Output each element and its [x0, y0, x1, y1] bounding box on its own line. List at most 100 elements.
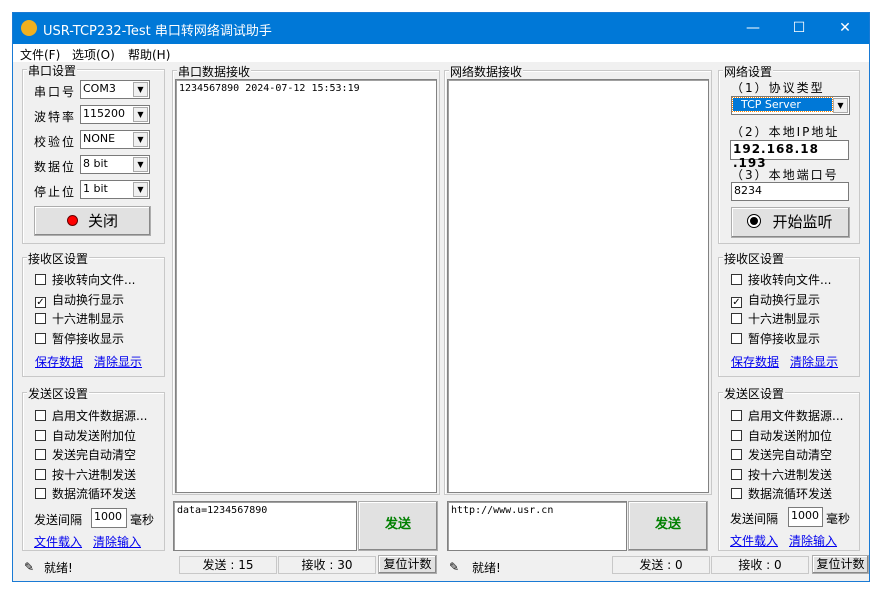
- start-listen-button[interactable]: 开始监听: [731, 207, 850, 238]
- checkbox-icon: [731, 449, 742, 460]
- net-recv-textarea[interactable]: [447, 79, 709, 493]
- load-file-link[interactable]: 文件载入: [34, 533, 82, 550]
- close-port-button[interactable]: 关闭: [34, 206, 151, 236]
- protocol-value: TCP Server: [732, 97, 833, 112]
- checkbox-option[interactable]: 发送完自动清空: [35, 446, 136, 463]
- checkbox-label: 按十六进制发送: [52, 467, 137, 482]
- local-port-label: （3）本地端口号: [731, 168, 839, 182]
- reset-count-right-button[interactable]: 复位计数: [812, 555, 869, 574]
- net-send-button[interactable]: 发送: [628, 501, 708, 551]
- databits-label: 数据位: [34, 160, 77, 174]
- group-label: 串口数据接收: [177, 63, 252, 80]
- checkbox-option[interactable]: 十六进制显示: [731, 310, 820, 327]
- load-file-link[interactable]: 文件载入: [730, 532, 778, 549]
- local-port-input[interactable]: 8234: [731, 182, 849, 201]
- checkbox-option[interactable]: 启用文件数据源...: [35, 407, 147, 424]
- ready-icon: ✎: [24, 560, 35, 574]
- sent-count-right: 发送 : 0: [612, 556, 710, 574]
- checkbox-icon: [35, 429, 46, 441]
- save-data-link[interactable]: 保存数据: [35, 353, 83, 370]
- checkbox-option[interactable]: 暂停接收显示: [731, 330, 820, 347]
- clear-input-link[interactable]: 清除输入: [789, 532, 837, 549]
- checkbox-icon: [35, 332, 46, 344]
- stopbits-value: 1 bit: [83, 182, 108, 195]
- serial-send-input[interactable]: data=1234567890: [173, 501, 357, 551]
- interval-unit: 毫秒: [826, 512, 851, 526]
- radio-icon: [747, 214, 762, 228]
- reset-count-left-button[interactable]: 复位计数: [378, 555, 437, 574]
- checkbox-label: 十六进制显示: [748, 312, 821, 326]
- stopbits-label: 停止位: [34, 185, 77, 199]
- serial-send-button[interactable]: 发送: [358, 501, 438, 551]
- checkbox-label: 发送完自动清空: [52, 448, 137, 462]
- window-title: USR-TCP232-Test 串口转网络调试助手: [43, 24, 272, 39]
- group-label: 发送区设置: [27, 385, 90, 402]
- checkbox-option[interactable]: 按十六进制发送: [35, 466, 136, 483]
- checkbox-option[interactable]: 启用文件数据源...: [731, 407, 843, 424]
- chevron-down-icon: ▼: [133, 82, 148, 97]
- clear-display-link[interactable]: 清除显示: [790, 353, 838, 370]
- checkbox-option[interactable]: 自动发送附加位: [35, 427, 136, 444]
- checkbox-option[interactable]: 数据流循环发送: [731, 485, 832, 502]
- checkbox-option[interactable]: 接收转向文件...: [35, 271, 135, 288]
- interval-label: 发送间隔: [730, 512, 779, 526]
- checkbox-label: 接收转向文件...: [748, 273, 832, 287]
- baud-value: 115200: [83, 107, 125, 120]
- net-send-input[interactable]: http://www.usr.cn: [447, 501, 627, 551]
- checkbox-icon: [35, 410, 46, 421]
- clear-display-link[interactable]: 清除显示: [94, 353, 142, 370]
- checkbox-icon: [35, 449, 46, 460]
- save-data-link[interactable]: 保存数据: [731, 353, 779, 370]
- checkbox-option[interactable]: 自动发送附加位: [731, 427, 832, 444]
- checkbox-label: 自动换行显示: [52, 292, 125, 307]
- interval-input[interactable]: 1000: [788, 507, 823, 527]
- ip-label: （2）本地IP地址: [731, 125, 840, 139]
- app-icon: [21, 20, 37, 36]
- checkbox-label: 数据流循环发送: [52, 487, 137, 501]
- maximize-button[interactable]: ☐: [776, 13, 822, 44]
- chevron-down-icon: ▼: [133, 132, 148, 147]
- checkbox-option[interactable]: 暂停接收显示: [35, 330, 124, 347]
- group-label: 接收区设置: [723, 250, 786, 267]
- checkbox-option[interactable]: 发送完自动清空: [731, 446, 832, 463]
- checkbox-option[interactable]: ✓ 自动换行显示: [35, 291, 124, 308]
- menu-options[interactable]: 选项(O): [72, 46, 115, 63]
- checkbox-option[interactable]: 数据流循环发送: [35, 485, 136, 502]
- checkbox-label: 发送完自动清空: [748, 448, 833, 462]
- ip-input[interactable]: 192.168.18 .193: [730, 140, 849, 170]
- checkbox-label: 暂停接收显示: [52, 331, 125, 346]
- checkbox-icon: ✓: [731, 296, 742, 308]
- parity-select[interactable]: NONE ▼: [80, 130, 150, 149]
- ready-icon: ✎: [449, 560, 460, 574]
- menu-help[interactable]: 帮助(H): [128, 46, 170, 63]
- close-button[interactable]: ✕: [822, 13, 868, 44]
- status-ready-left: 就绪!: [44, 561, 73, 575]
- minimize-button[interactable]: —: [730, 13, 776, 44]
- group-label: 串口设置: [27, 62, 78, 79]
- recv-count-right: 接收 : 0: [711, 556, 809, 574]
- checkbox-icon: [731, 313, 742, 324]
- checkbox-icon: [731, 410, 742, 421]
- serial-recv-textarea[interactable]: 1234567890 2024-07-12 15:53:19: [175, 79, 437, 493]
- checkbox-option[interactable]: ✓ 自动换行显示: [731, 291, 820, 308]
- clear-input-link[interactable]: 清除输入: [93, 533, 141, 550]
- menu-file[interactable]: 文件(F): [20, 46, 60, 63]
- protocol-select[interactable]: TCP Server ▼: [731, 96, 850, 115]
- checkbox-option[interactable]: 十六进制显示: [35, 310, 124, 327]
- checkbox-label: 接收转向文件...: [52, 273, 136, 287]
- chevron-down-icon: ▼: [133, 157, 148, 172]
- menu-bar: 文件(F) 选项(O) 帮助(H): [13, 44, 869, 62]
- databits-select[interactable]: 8 bit ▼: [80, 155, 150, 174]
- chevron-down-icon: ▼: [833, 98, 848, 113]
- checkbox-option[interactable]: 接收转向文件...: [731, 271, 831, 288]
- baud-select[interactable]: 115200 ▼: [80, 105, 150, 124]
- port-select[interactable]: COM3 ▼: [80, 80, 150, 99]
- checkbox-icon: ✓: [35, 296, 46, 308]
- checkbox-label: 十六进制显示: [52, 312, 125, 326]
- port-label: 串口号: [34, 85, 77, 99]
- checkbox-label: 自动发送附加位: [748, 428, 833, 443]
- checkbox-option[interactable]: 按十六进制发送: [731, 466, 832, 483]
- checkbox-icon: [35, 274, 46, 285]
- interval-input[interactable]: 1000: [91, 508, 127, 528]
- stopbits-select[interactable]: 1 bit ▼: [80, 180, 150, 199]
